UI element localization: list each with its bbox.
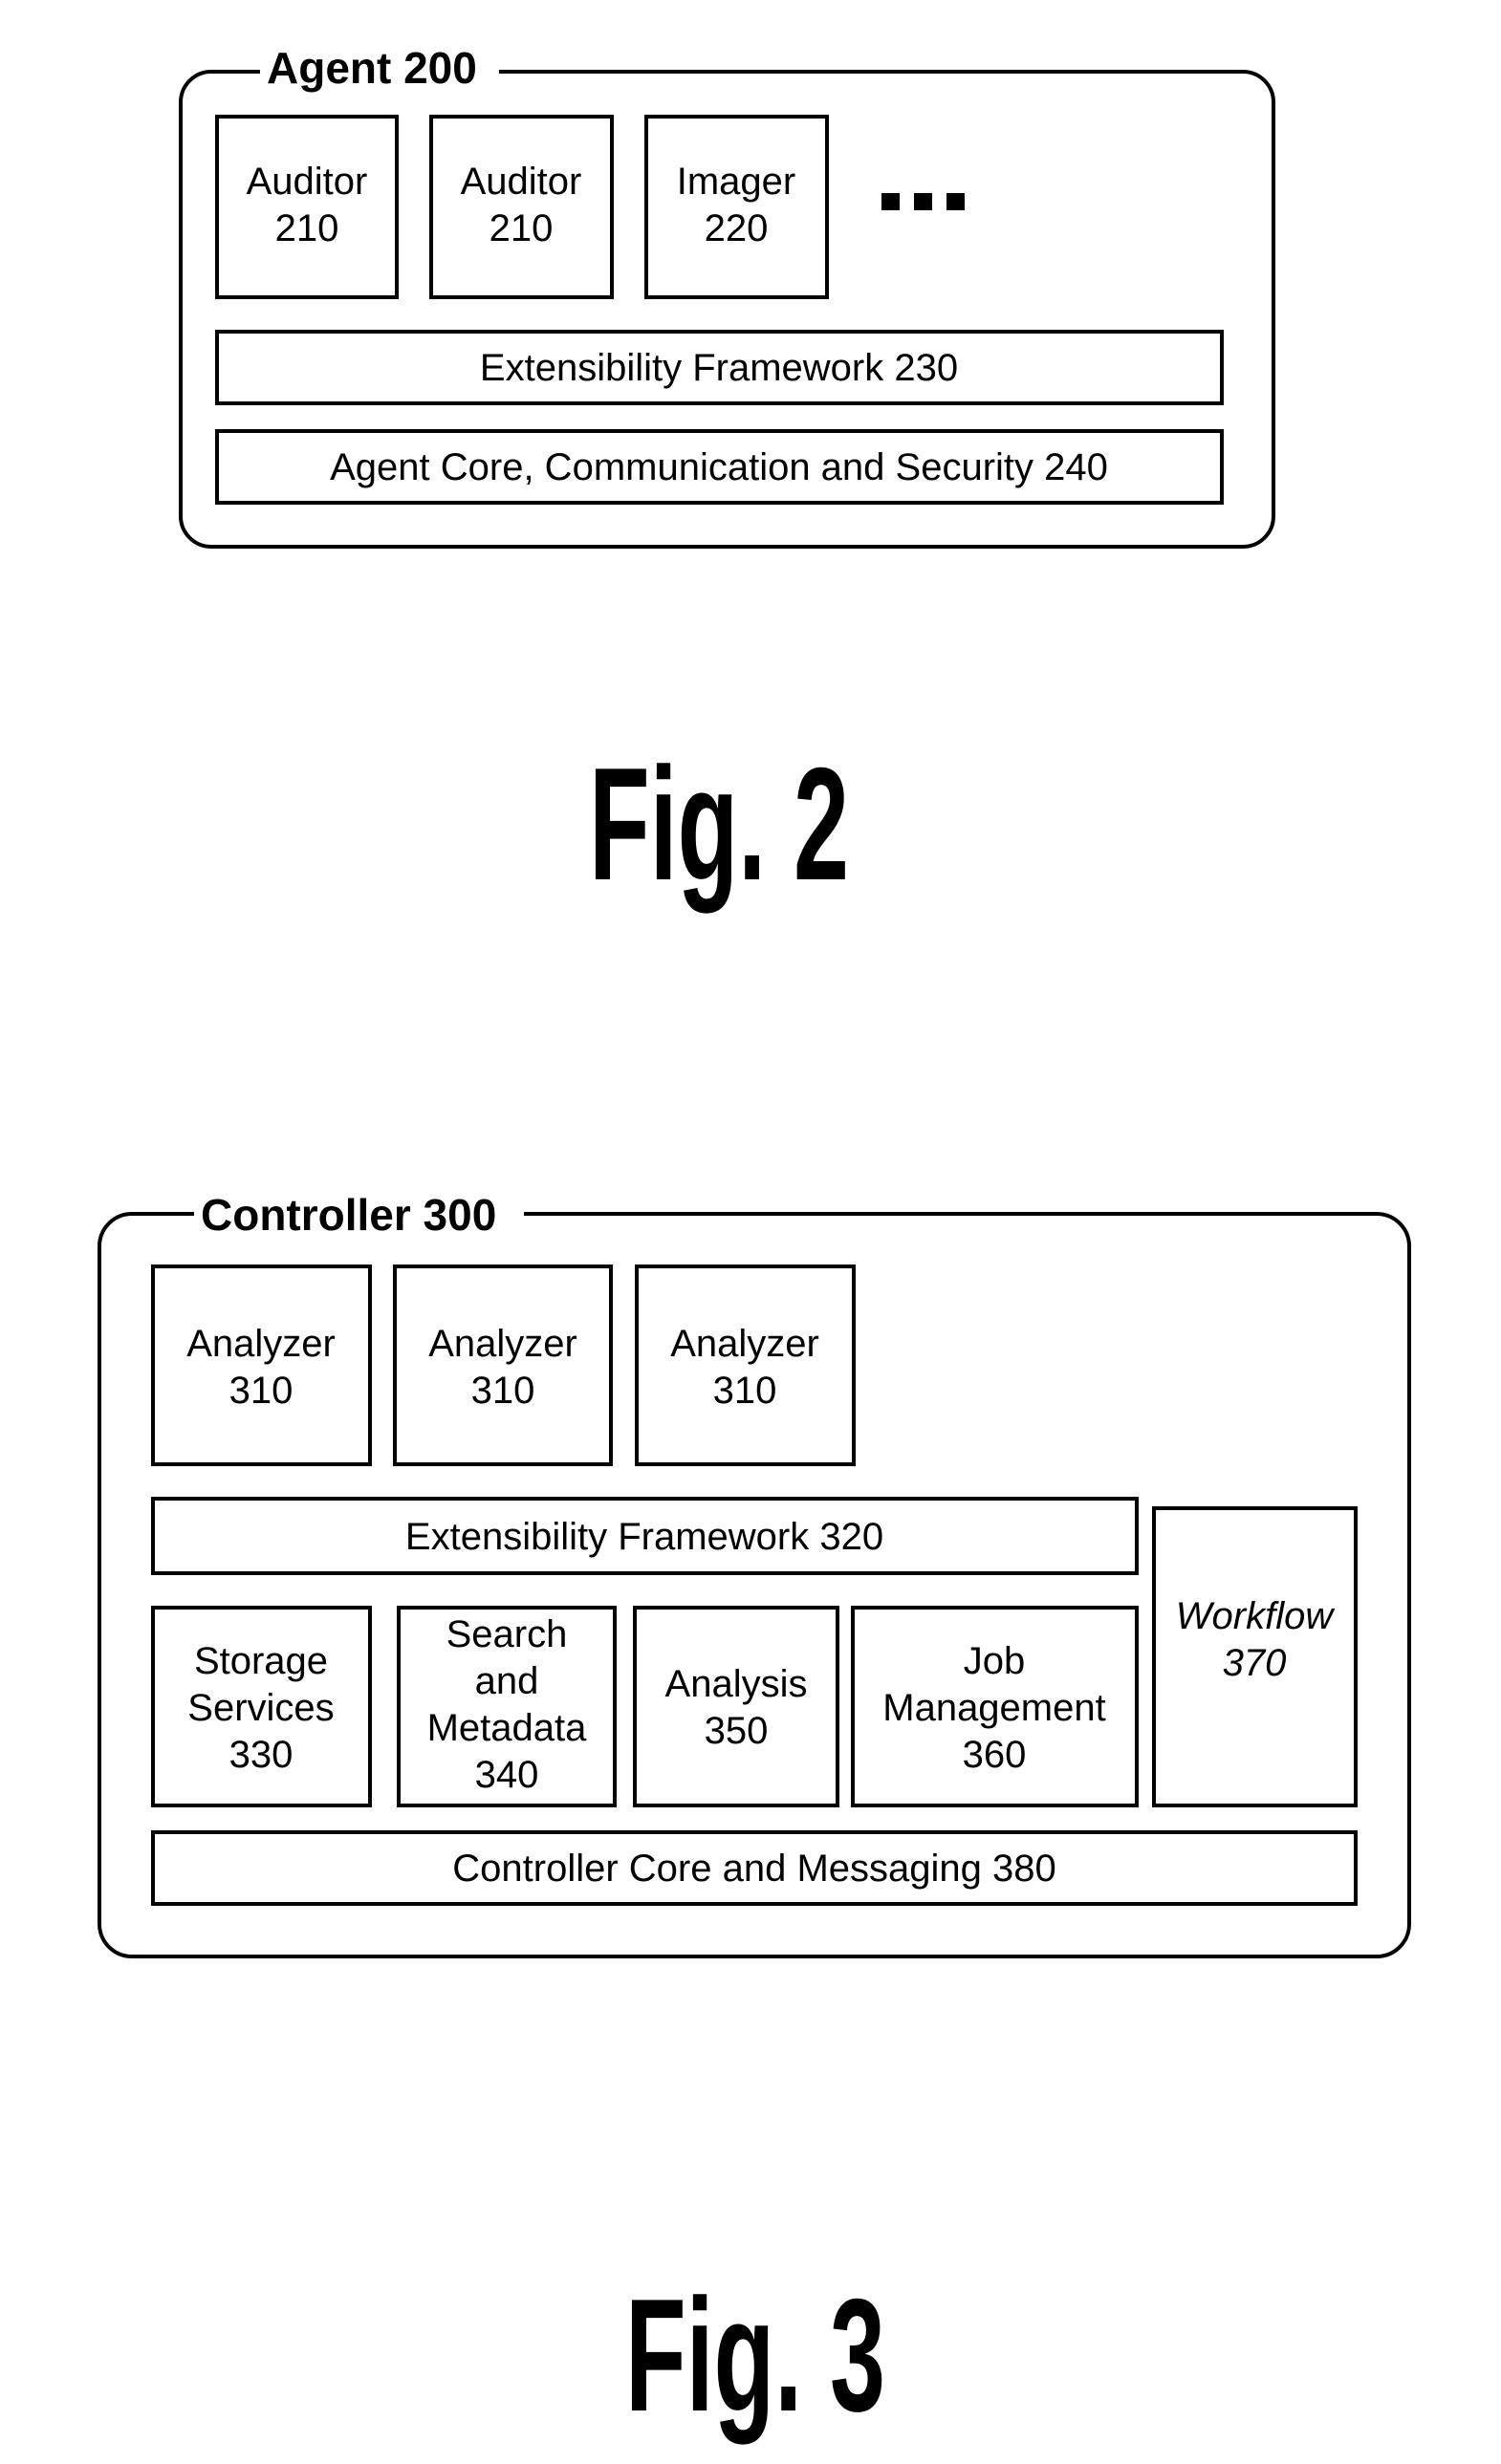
extensibility-framework-layer: Extensibility Framework 320 bbox=[151, 1497, 1139, 1575]
analyzer-module: Analyzer 310 bbox=[151, 1264, 372, 1466]
analyzer-label-line1: Analyzer bbox=[186, 1323, 336, 1365]
analyzer-box bbox=[635, 1264, 856, 1466]
agent-title: Agent 200 bbox=[267, 43, 477, 93]
fig2-caption: Fig. 2 bbox=[589, 733, 849, 914]
search-metadata-label-line2: and bbox=[475, 1660, 539, 1702]
search-metadata-module: Search and Metadata 340 bbox=[397, 1606, 617, 1807]
analysis-module: Analysis 350 bbox=[633, 1606, 839, 1807]
auditor-label-line2: 210 bbox=[275, 207, 339, 249]
search-metadata-label-line3: Metadata bbox=[427, 1707, 588, 1749]
controller-core-layer: Controller Core and Messaging 380 bbox=[151, 1830, 1358, 1906]
analyzer-label-line1: Analyzer bbox=[428, 1323, 577, 1365]
ellipsis-icon bbox=[881, 193, 965, 210]
auditor-label-line2: 210 bbox=[489, 207, 554, 249]
agent-core-label: Agent Core, Communication and Security 2… bbox=[330, 446, 1108, 488]
analyzer-module: Analyzer 310 bbox=[393, 1264, 613, 1466]
controller-title: Controller 300 bbox=[201, 1190, 496, 1240]
analysis-label-line1: Analysis bbox=[665, 1663, 808, 1705]
search-metadata-label-line1: Search bbox=[446, 1613, 568, 1655]
auditor-label-line1: Auditor bbox=[461, 161, 582, 203]
ellipsis-dot bbox=[914, 193, 932, 210]
analyzer-label-line2: 310 bbox=[713, 1370, 777, 1412]
fig3-caption: Fig. 3 bbox=[625, 2264, 885, 2445]
analyzer-label-line2: 310 bbox=[471, 1370, 535, 1412]
storage-services-label-line1: Storage bbox=[194, 1640, 328, 1682]
search-metadata-label-line4: 340 bbox=[475, 1754, 539, 1796]
extensibility-framework-label: Extensibility Framework 230 bbox=[480, 347, 958, 389]
job-management-label-line2: Management bbox=[882, 1687, 1105, 1729]
imager-module: Imager 220 bbox=[644, 115, 829, 299]
analyzer-module: Analyzer 310 bbox=[635, 1264, 856, 1466]
extensibility-framework-layer: Extensibility Framework 230 bbox=[215, 330, 1224, 405]
storage-services-module: Storage Services 330 bbox=[151, 1606, 372, 1807]
ellipsis-dot bbox=[881, 193, 900, 210]
fig2-agent-diagram: Agent 200 Auditor 210 Auditor 210 Imager… bbox=[179, 43, 1275, 914]
analyzer-box bbox=[151, 1264, 372, 1466]
workflow-label-line1: Workflow bbox=[1176, 1595, 1337, 1637]
job-management-module: Job Management 360 bbox=[851, 1606, 1139, 1807]
controller-core-label: Controller Core and Messaging 380 bbox=[452, 1848, 1055, 1890]
ellipsis-dot bbox=[946, 193, 965, 210]
auditor-module: Auditor 210 bbox=[429, 115, 614, 299]
workflow-label-line2: 370 bbox=[1223, 1642, 1287, 1684]
analyzer-label-line2: 310 bbox=[229, 1370, 294, 1412]
job-management-label-line1: Job bbox=[964, 1640, 1026, 1682]
imager-label-line1: Imager bbox=[677, 161, 796, 203]
fig3-controller-diagram: Controller 300 Analyzer 310 Analyzer 310… bbox=[98, 1190, 1411, 2445]
workflow-module: Workflow 370 bbox=[1152, 1506, 1358, 1807]
analysis-label-line2: 350 bbox=[705, 1710, 769, 1752]
auditor-module: Auditor 210 bbox=[215, 115, 399, 299]
patent-figures: Agent 200 Auditor 210 Auditor 210 Imager… bbox=[98, 43, 1411, 2445]
job-management-label-line3: 360 bbox=[963, 1734, 1027, 1776]
storage-services-label-line3: 330 bbox=[229, 1734, 294, 1776]
analysis-box bbox=[633, 1606, 839, 1807]
extensibility-framework-label: Extensibility Framework 320 bbox=[405, 1516, 883, 1558]
auditor-label-line1: Auditor bbox=[247, 161, 368, 203]
imager-label-line2: 220 bbox=[705, 207, 769, 249]
analyzer-box bbox=[393, 1264, 613, 1466]
agent-core-layer: Agent Core, Communication and Security 2… bbox=[215, 429, 1224, 505]
storage-services-label-line2: Services bbox=[187, 1687, 334, 1729]
analyzer-label-line1: Analyzer bbox=[670, 1323, 819, 1365]
